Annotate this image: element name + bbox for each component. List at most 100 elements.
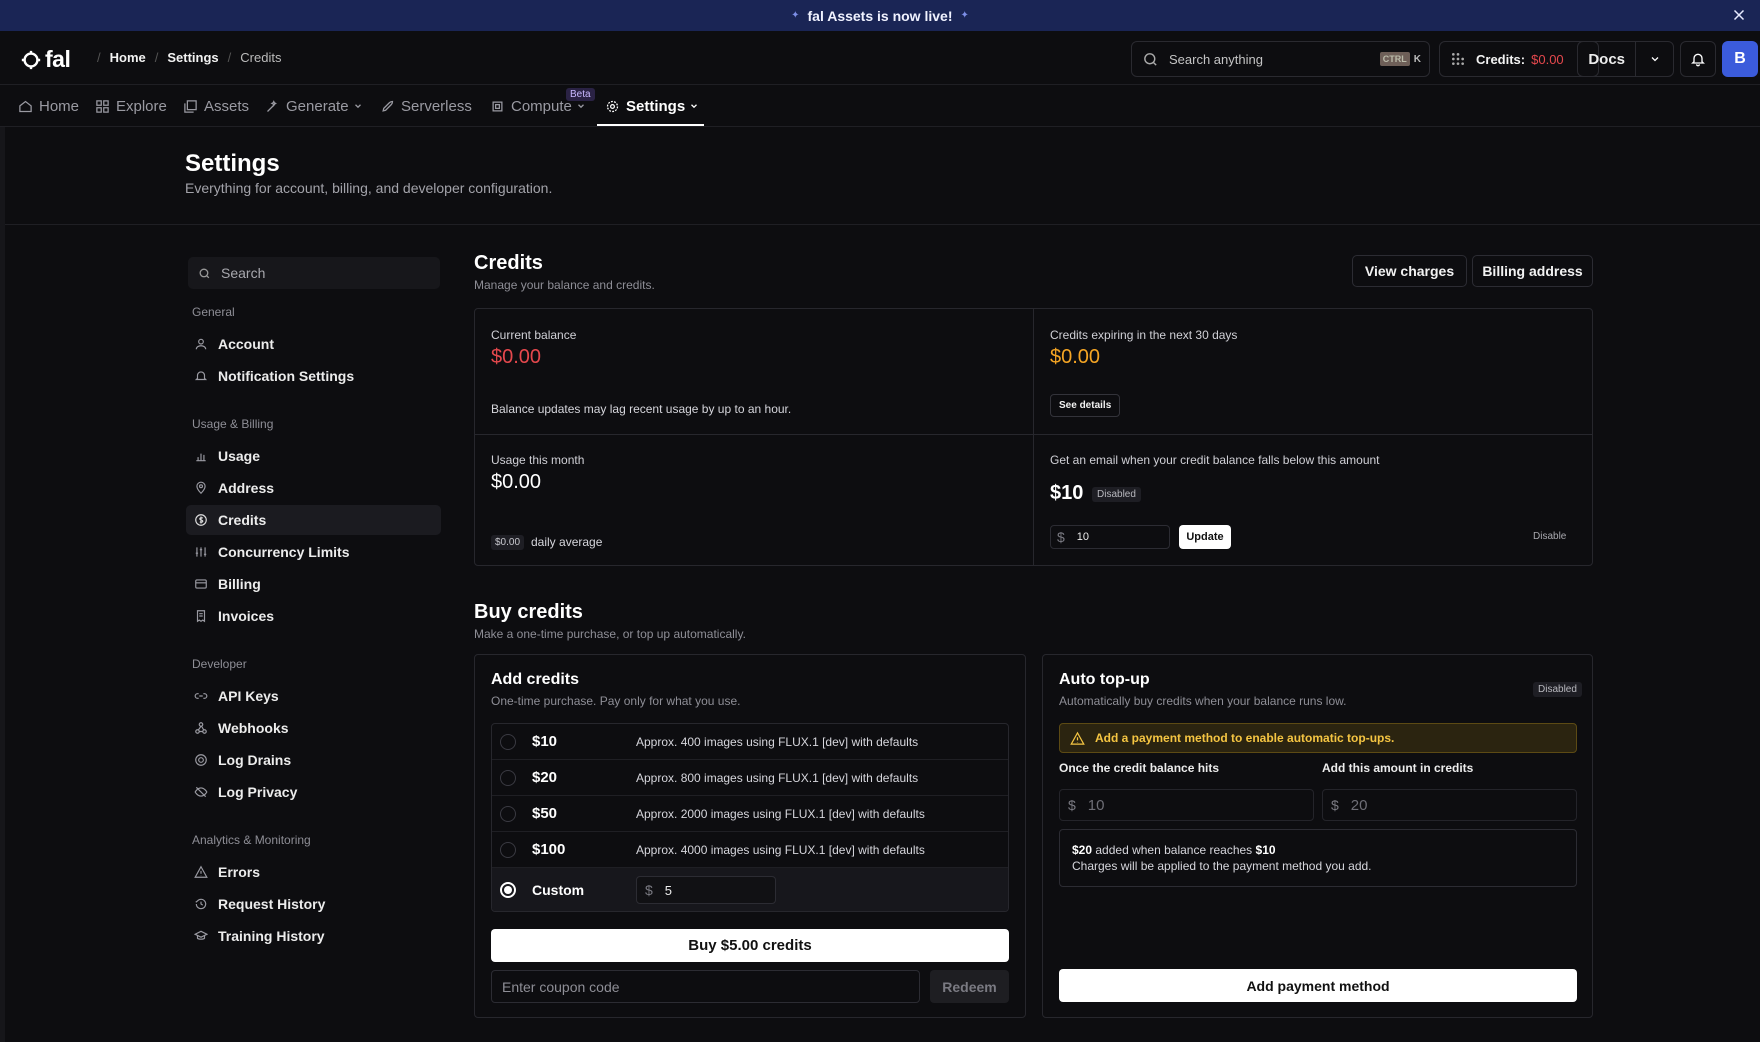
payment-warning: Add a payment method to enable automatic…: [1059, 723, 1577, 753]
alert-label: Get an email when your credit balance fa…: [1050, 453, 1380, 467]
sliders-icon: [194, 545, 208, 559]
option-description: Approx. 4000 images using FLUX.1 [dev] w…: [636, 842, 925, 857]
breadcrumb-home[interactable]: Home: [110, 50, 146, 65]
sidebar-item-errors[interactable]: Errors: [186, 857, 441, 887]
sidebar-item-account[interactable]: Account: [186, 329, 441, 359]
threshold-input[interactable]: $ 10: [1059, 789, 1314, 821]
announcement-banner[interactable]: ✦ fal Assets is now live! ✦: [0, 0, 1760, 31]
summary-amount: $20: [1072, 843, 1093, 857]
credit-option-20[interactable]: $20 Approx. 800 images using FLUX.1 [dev…: [492, 760, 1008, 796]
global-search-input[interactable]: Search anything CTRL K: [1131, 41, 1430, 77]
cpu-icon: [490, 99, 505, 114]
sidebar-item-label: Webhooks: [218, 720, 289, 736]
graduation-cap-icon: [194, 929, 208, 943]
search-placeholder: Search anything: [1169, 51, 1263, 67]
bar-chart-icon: [194, 449, 208, 463]
chevron-down-icon: [353, 101, 363, 111]
sidebar-item-credits[interactable]: Credits: [186, 505, 441, 535]
alert-threshold-input[interactable]: $ 10: [1050, 525, 1170, 549]
threshold-input-value: 10: [1087, 796, 1105, 814]
divider: [5, 224, 1760, 225]
see-details-button[interactable]: See details: [1050, 394, 1121, 417]
avatar[interactable]: B: [1722, 41, 1758, 77]
sidebar-item-api-keys[interactable]: API Keys: [186, 681, 441, 711]
tab-settings[interactable]: Settings: [605, 85, 705, 127]
divider: [475, 434, 1592, 435]
kbd-k: K: [1413, 53, 1421, 65]
credits-label: Credits:: [1476, 51, 1526, 67]
kbd-ctrl: CTRL: [1379, 52, 1410, 66]
radio-button-selected[interactable]: [500, 882, 516, 898]
tab-assets[interactable]: Assets: [183, 85, 249, 127]
topup-amount-input[interactable]: $ 20: [1322, 789, 1577, 821]
banner-text[interactable]: fal Assets is now live!: [808, 8, 953, 24]
grid-icon: [95, 99, 110, 114]
view-charges-button[interactable]: View charges: [1352, 255, 1467, 287]
radio-button[interactable]: [500, 769, 516, 786]
dollar-prefix: $: [1068, 797, 1076, 813]
tab-home[interactable]: Home: [18, 85, 79, 127]
summary-note: Charges will be applied to the payment m…: [1072, 859, 1372, 873]
sidebar-item-usage[interactable]: Usage: [186, 441, 441, 471]
sidebar-item-label: Notification Settings: [218, 368, 355, 384]
custom-amount-input[interactable]: $ 5: [636, 876, 776, 904]
sidebar-item-log-drains[interactable]: Log Drains: [186, 745, 441, 775]
billing-address-button[interactable]: Billing address: [1472, 255, 1593, 287]
sidebar-item-billing[interactable]: Billing: [186, 569, 441, 599]
tab-label: Generate: [286, 97, 349, 115]
main-nav: Home Explore Assets Generate Serverless …: [0, 85, 1760, 127]
breadcrumb-separator: /: [227, 50, 232, 65]
breadcrumb-credits[interactable]: Credits: [240, 50, 281, 65]
sidebar-item-training-history[interactable]: Training History: [186, 921, 441, 951]
logo-text: fal: [45, 46, 71, 72]
credit-option-custom[interactable]: Custom $ 5: [492, 868, 1008, 911]
keyboard-shortcut: CTRL K: [1379, 52, 1421, 66]
tab-generate[interactable]: Generate: [265, 85, 369, 127]
radio-button[interactable]: [500, 841, 516, 858]
sidebar-item-concurrency-limits[interactable]: Concurrency Limits: [186, 537, 441, 567]
sparkle-icon: ✦: [960, 10, 969, 21]
credits-button[interactable]: Credits: $0.00: [1439, 41, 1599, 77]
sidebar-search-input[interactable]: Search: [188, 257, 440, 289]
option-amount: $50: [532, 805, 558, 822]
option-amount: $20: [532, 769, 558, 786]
credit-card-icon: [194, 577, 208, 591]
usage-value: $0.00: [491, 471, 542, 493]
close-icon[interactable]: [1730, 6, 1748, 24]
tab-label: Compute: [511, 97, 572, 115]
search-icon: [1142, 51, 1159, 68]
auto-topup-card: Auto top-up Automatically buy credits wh…: [1042, 654, 1593, 1018]
sidebar-item-notification-settings[interactable]: Notification Settings: [186, 361, 441, 391]
docs-button-group: Docs: [1577, 41, 1674, 77]
tab-explore[interactable]: Explore: [95, 85, 167, 127]
sidebar-item-invoices[interactable]: Invoices: [186, 601, 441, 631]
notifications-button[interactable]: [1680, 41, 1716, 77]
sidebar-item-address[interactable]: Address: [186, 473, 441, 503]
logo[interactable]: fal: [20, 46, 71, 73]
sidebar-item-webhooks[interactable]: Webhooks: [186, 713, 441, 743]
sidebar-item-log-privacy[interactable]: Log Privacy: [186, 777, 441, 807]
coupon-input[interactable]: Enter coupon code: [491, 970, 920, 1003]
custom-label: Custom: [532, 882, 585, 898]
auto-topup-subtitle: Automatically buy credits when your bala…: [1059, 694, 1347, 708]
breadcrumb-settings[interactable]: Settings: [167, 50, 218, 65]
docs-dropdown-button[interactable]: [1635, 42, 1673, 76]
sidebar-item-request-history[interactable]: Request History: [186, 889, 441, 919]
radio-button[interactable]: [500, 733, 516, 750]
gear-icon: [605, 99, 620, 114]
redeem-button[interactable]: Redeem: [930, 970, 1009, 1003]
update-button[interactable]: Update: [1179, 525, 1231, 549]
add-payment-method-button[interactable]: Add payment method: [1059, 969, 1577, 1002]
disable-button[interactable]: Disable: [1533, 531, 1566, 542]
credit-option-50[interactable]: $50 Approx. 2000 images using FLUX.1 [de…: [492, 796, 1008, 832]
buy-credits-button[interactable]: Buy $5.00 credits: [491, 929, 1009, 962]
wand-icon: [265, 99, 280, 114]
radio-button[interactable]: [500, 805, 516, 822]
topup-amount-label: Add this amount in credits: [1322, 761, 1474, 775]
credit-option-10[interactable]: $10 Approx. 400 images using FLUX.1 [dev…: [492, 724, 1008, 760]
credit-option-100[interactable]: $100 Approx. 4000 images using FLUX.1 [d…: [492, 832, 1008, 868]
tab-serverless[interactable]: Serverless: [380, 85, 472, 127]
docs-button[interactable]: Docs: [1578, 51, 1635, 68]
rocket-icon: [380, 99, 395, 114]
option-description: Approx. 2000 images using FLUX.1 [dev] w…: [636, 806, 925, 821]
